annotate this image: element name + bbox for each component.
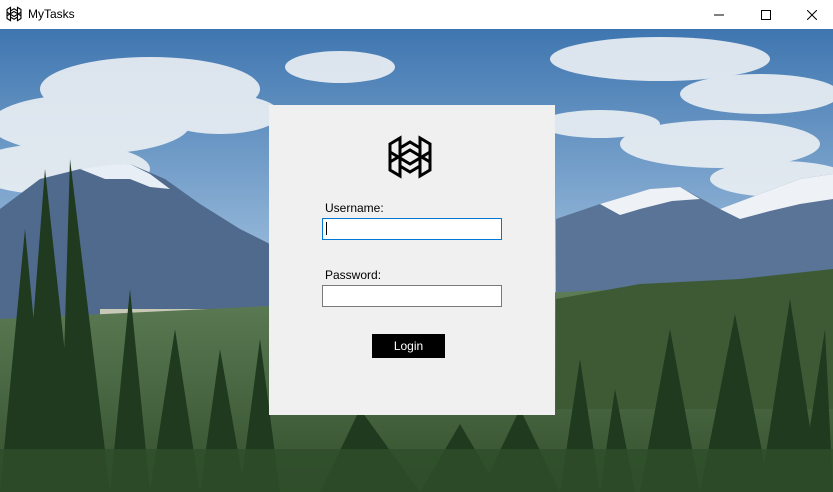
- username-label: Username:: [325, 201, 384, 215]
- app-window: MyTasks Username: Password: Login: [0, 0, 833, 492]
- close-button[interactable]: [789, 0, 833, 29]
- close-icon: [807, 9, 817, 20]
- app-logo-icon: [6, 6, 22, 22]
- username-input[interactable]: [322, 218, 502, 240]
- text-caret: [326, 222, 327, 235]
- login-button[interactable]: Login: [372, 334, 445, 358]
- maximize-button[interactable]: [743, 0, 789, 29]
- minimize-button[interactable]: [696, 0, 742, 29]
- login-panel: Username: Password: Login: [269, 105, 555, 415]
- password-label: Password:: [325, 268, 382, 282]
- maximize-icon: [761, 9, 771, 20]
- password-input[interactable]: [322, 285, 502, 307]
- minimize-icon: [714, 14, 724, 15]
- title-bar[interactable]: MyTasks: [0, 0, 833, 29]
- window-title: MyTasks: [28, 7, 75, 21]
- app-logo-icon: [388, 134, 432, 180]
